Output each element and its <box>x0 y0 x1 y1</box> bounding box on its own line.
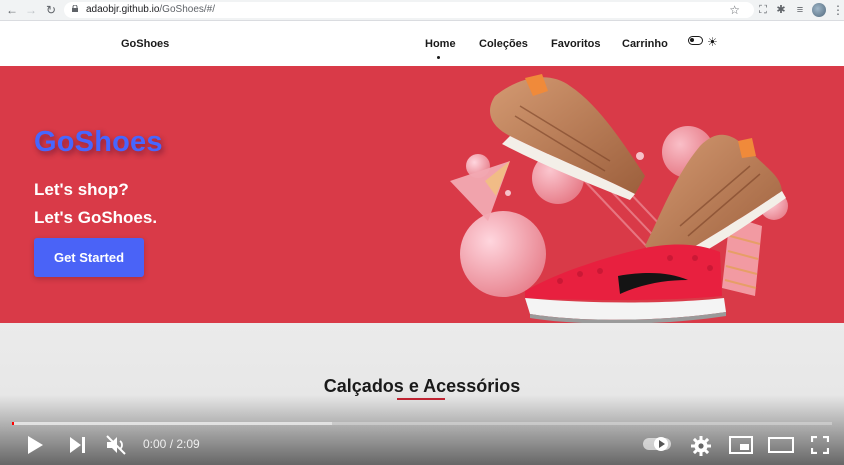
extensions-puzzle-icon[interactable]: ✱ <box>774 3 788 17</box>
theme-toggle[interactable] <box>688 36 703 45</box>
fullscreen-icon[interactable] <box>811 436 829 454</box>
pink-sphere <box>636 152 644 160</box>
pink-sphere <box>460 211 546 297</box>
sneakers-illustration <box>450 74 788 323</box>
nav-colecoes[interactable]: Coleções <box>479 38 528 50</box>
video-played-bar <box>12 422 14 425</box>
red-running-shoe <box>525 244 726 323</box>
site-header: GoShoes Home Coleções Favoritos Carrinho… <box>0 21 844 66</box>
url-host: adaobjr.github.io <box>86 4 160 15</box>
nav-carrinho[interactable]: Carrinho <box>622 38 668 50</box>
autoplay-play-icon <box>659 440 665 448</box>
settings-gear-icon[interactable] <box>691 436 711 456</box>
hero-subtitle-2: Let's GoShoes. <box>34 208 158 227</box>
theater-mode-icon[interactable] <box>768 437 794 453</box>
profile-avatar[interactable] <box>812 3 826 17</box>
play-icon[interactable] <box>27 436 43 454</box>
miniplayer-icon[interactable] <box>729 436 753 454</box>
browser-menu-icon[interactable]: ⋮ <box>832 3 844 17</box>
muted-volume-icon[interactable] <box>105 434 127 456</box>
reading-list-icon[interactable]: ≡ <box>793 3 807 17</box>
reload-icon[interactable]: ↻ <box>44 3 58 17</box>
address-bar[interactable]: adaobjr.github.io/GoShoes/#/ ☆ <box>64 2 754 18</box>
autoplay-toggle[interactable] <box>643 437 671 451</box>
section-title: Calçados e Acessórios <box>323 376 521 396</box>
next-video-icon[interactable] <box>70 437 86 453</box>
forward-icon[interactable]: → <box>24 3 38 17</box>
nav-home[interactable]: Home <box>425 38 456 50</box>
hero-title: GoShoes <box>34 126 163 158</box>
sun-icon: ☀ <box>707 35 718 49</box>
video-time: 0:00 / 2:09 <box>143 437 200 451</box>
screenshot-icon[interactable]: ⛶ <box>756 3 770 17</box>
nav-favoritos[interactable]: Favoritos <box>551 38 601 50</box>
lock-icon <box>72 5 78 12</box>
active-nav-indicator <box>437 56 440 59</box>
url-text: adaobjr.github.io/GoShoes/#/ <box>86 4 215 16</box>
video-progress-bar[interactable] <box>12 422 832 425</box>
back-icon[interactable]: ← <box>5 3 19 17</box>
get-started-button[interactable]: Get Started <box>34 238 144 277</box>
url-path: /GoShoes/#/ <box>159 4 215 15</box>
bookmark-star-icon[interactable]: ☆ <box>729 3 740 17</box>
hero-subtitle-1: Let's shop? <box>34 180 129 199</box>
hero-banner: GoShoes Let's shop? Let's GoShoes. Get S… <box>0 66 844 323</box>
video-buffer-bar <box>12 422 332 425</box>
pink-sphere <box>505 190 511 196</box>
browser-toolbar: ← → ↻ adaobjr.github.io/GoShoes/#/ ☆ ⛶ ✱… <box>0 0 844 21</box>
